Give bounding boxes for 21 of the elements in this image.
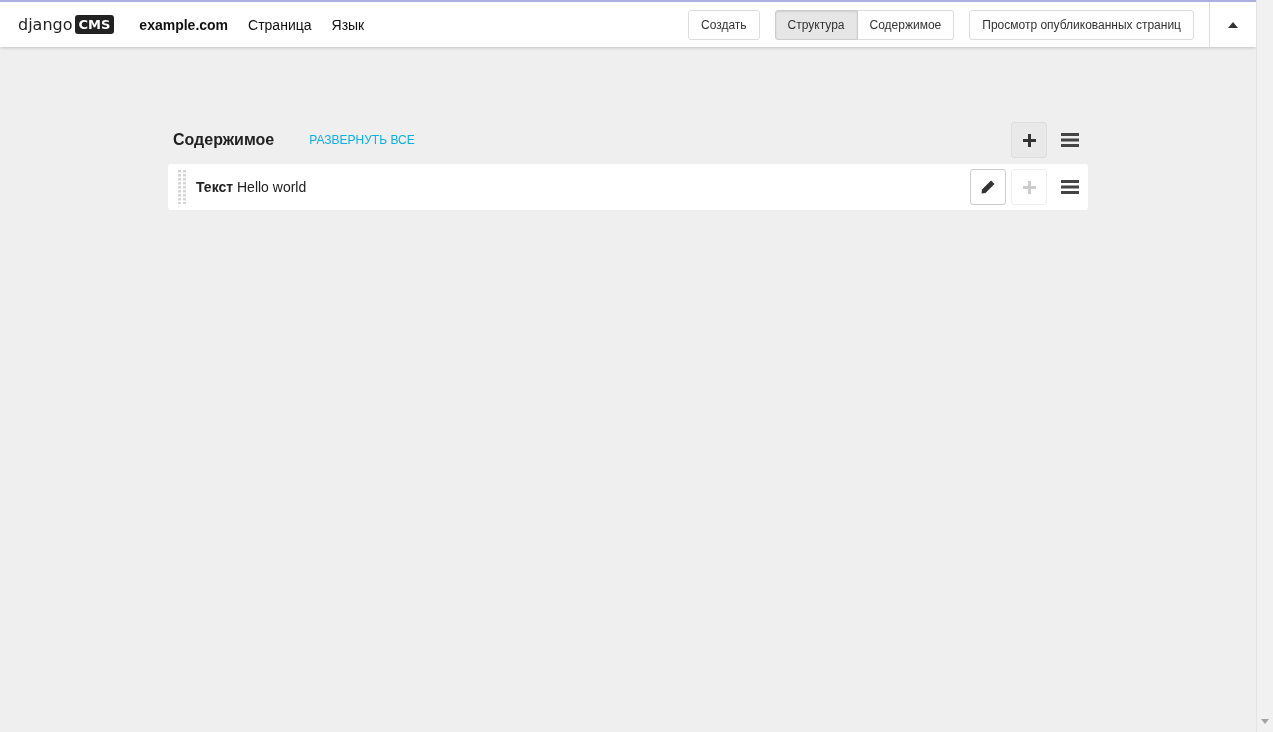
edit-button[interactable] [970,169,1006,205]
menu-item[interactable]: Язык [331,16,365,33]
plus-icon [1022,180,1036,194]
menu-item[interactable]: Страница [248,16,312,33]
menu-icon [1061,133,1079,147]
mode-button[interactable]: Содержимое [857,9,955,40]
logo-wordmark[interactable]: django [18,15,73,34]
menu-icon [1061,180,1079,194]
add-button[interactable] [1011,122,1047,158]
collapse-icon[interactable] [1227,20,1239,29]
plugin-label: Текст Hello world [196,179,307,195]
view-published-button[interactable]: Просмотр опубликованных страниц [969,9,1194,40]
placeholder-title: Содержимое [173,131,275,149]
site-link[interactable]: example.com [139,16,229,33]
plugin-row[interactable]: Текст Hello world [168,164,1088,210]
plus-icon [1022,133,1036,147]
logo-badge[interactable]: CMS [74,15,115,34]
drag-handle-icon[interactable] [178,170,186,204]
create-button[interactable]: Создать [687,9,760,40]
mode-button[interactable]: Структура [774,9,858,40]
pencil-icon [981,180,995,194]
